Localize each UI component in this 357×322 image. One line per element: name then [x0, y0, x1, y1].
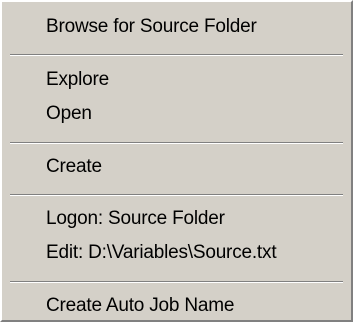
- menu-item-explore[interactable]: Explore: [46, 66, 109, 94]
- menu-separator: [10, 54, 343, 56]
- menu-separator: [10, 194, 343, 196]
- menu-item-open[interactable]: Open: [46, 100, 92, 128]
- menu-item-browse-for-source-folder[interactable]: Browse for Source Folder: [46, 13, 257, 41]
- context-menu: Browse for Source Folder Explore Open Cr…: [0, 0, 353, 322]
- menu-item-logon-source-folder[interactable]: Logon: Source Folder: [46, 205, 225, 233]
- menu-separator: [10, 281, 343, 283]
- menu-item-edit-source-file[interactable]: Edit: D:\Variables\Source.txt: [46, 239, 277, 267]
- menu-item-create-auto-job-name[interactable]: Create Auto Job Name: [46, 292, 234, 320]
- menu-item-create[interactable]: Create: [46, 153, 102, 181]
- menu-separator: [10, 142, 343, 144]
